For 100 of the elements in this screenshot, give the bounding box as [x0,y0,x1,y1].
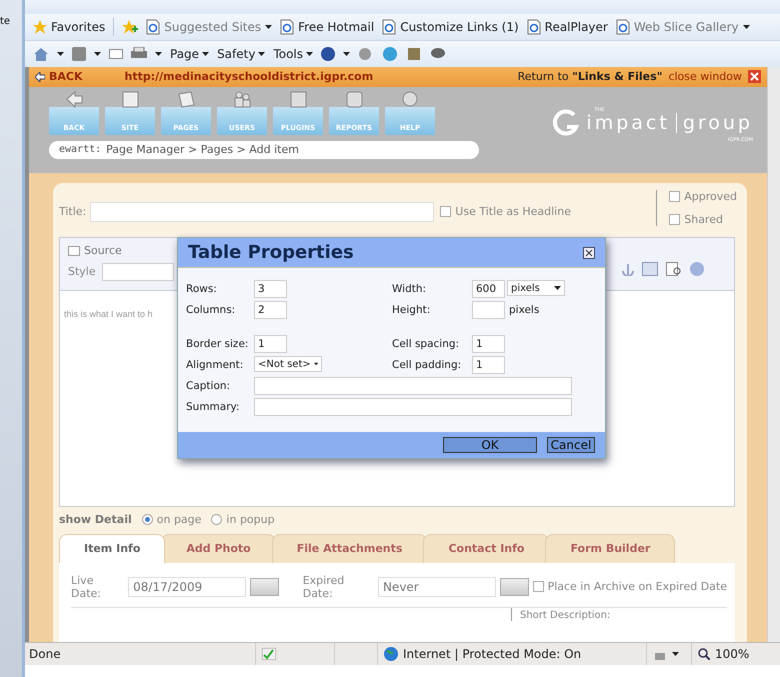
favorites-link[interactable]: Suggested Sites [146,18,272,35]
tab[interactable]: Form Builder [545,534,676,563]
show-detail-label: show Detail [59,513,132,526]
close-window-link[interactable]: close window [668,70,742,84]
field-label: Short Description: [520,610,610,621]
toolbar-icon[interactable] [642,262,658,276]
favorites-link[interactable]: RealPlayer [526,18,608,35]
back-link[interactable]: BACK [35,70,82,84]
field-label: Height: [392,303,432,318]
preview-icon[interactable] [666,262,682,276]
radio-button[interactable] [211,514,222,526]
desktop-text: te [0,16,10,27]
help-icon[interactable] [321,46,336,61]
input-field[interactable]: 1 [254,335,287,353]
title-field[interactable] [90,202,434,222]
checkbox[interactable] [669,214,680,225]
page-icon [526,18,541,35]
input-field[interactable]: 1 [472,356,505,374]
menu-button[interactable]: Safety [217,46,266,61]
unit-dropdown[interactable]: pixels [507,280,565,296]
checkbox-label: Use Title as Headline [455,205,571,218]
input-field[interactable]: 3 [254,280,287,298]
source-icon [68,246,80,256]
dialog-button[interactable]: Cancel [547,437,595,453]
star-icon [33,20,47,34]
add-star-icon[interactable] [122,20,138,34]
caret-icon [258,52,266,56]
field-label: Cell padding: [392,358,462,373]
field-label: Rows: [186,282,218,297]
field-label: Expired Date: [302,574,346,600]
user-name: ewartt: [59,144,102,156]
input-field[interactable]: 1 [472,335,505,353]
checkbox[interactable] [440,206,452,218]
mail-icon[interactable] [109,48,123,59]
caret-icon [554,286,561,290]
favorites-link[interactable]: Free Hotmail [280,18,374,35]
favorites-link[interactable]: Customize Links (1) [382,18,519,35]
caret-icon [742,24,750,29]
caret-icon [672,652,679,656]
tab[interactable]: File Attachments [272,534,428,563]
print-icon[interactable] [131,46,147,61]
tab[interactable]: Contact Info [423,534,550,563]
source-button[interactable]: Source [68,244,122,258]
caret-icon [155,52,162,56]
logo-text: impact [586,112,670,134]
favorites-button[interactable]: Favorites [33,20,106,34]
field-label: Width: [392,282,428,297]
tab[interactable]: Item Info [59,534,166,563]
alignment-dropdown[interactable]: <Not set> [254,356,322,372]
date-field[interactable]: Never [378,576,496,597]
checkbox-label: Place in Archive on Expired Date [548,580,727,594]
dialog-title: Table Properties [188,242,354,263]
page-icon [616,18,630,35]
toolbar-icon[interactable] [382,46,398,62]
caret-icon [306,52,314,56]
calendar-button[interactable] [250,578,279,596]
anchor-icon[interactable] [622,262,634,276]
caret-icon [94,52,101,56]
checkbox-label: Approved [684,190,737,203]
toolbar-icon[interactable] [406,46,422,62]
style-label: Style [68,265,96,278]
date-field[interactable]: 08/17/2009 [128,576,246,597]
home-icon[interactable] [33,46,49,61]
caret-icon [343,52,350,56]
menu-button[interactable]: Tools [273,46,314,61]
return-text: Return to "Links & Files" [518,70,662,84]
checkbox[interactable] [532,581,544,592]
input-field[interactable]: 600 [472,280,505,298]
site-url: http://medinacityschooldistrict.igpr.com [124,70,374,84]
caret-icon [202,52,210,56]
input-field[interactable]: 2 [254,301,287,319]
field-label: Caption: [186,379,232,394]
field-label: Cell spacing: [392,337,460,352]
tab[interactable]: Add Photo [161,534,276,563]
caret-icon [314,362,318,366]
back-arrow-icon [35,72,45,82]
field-label: Live Date: [71,574,102,600]
toolbar-icon[interactable] [430,46,446,61]
input-field[interactable] [472,301,505,319]
dialog-button[interactable]: OK [443,437,537,453]
style-dropdown[interactable] [102,262,174,281]
radio-label: in popup [226,513,275,526]
close-icon[interactable] [583,246,595,258]
pages-icon [178,90,194,108]
field-label: Columns: [186,303,236,318]
unit-label: pixels [509,304,540,316]
favorites-link[interactable]: Web Slice Gallery [616,18,750,35]
security-zone: Internet | Protected Mode: On [403,647,582,662]
radio-button[interactable] [142,514,153,526]
menu-button[interactable]: Page [170,46,210,61]
logo-swirl-icon [552,108,580,137]
calendar-button[interactable] [500,578,529,596]
people-icon [234,90,250,108]
scrollbar[interactable] [767,66,780,642]
caret-icon [57,52,64,56]
input-field[interactable] [254,398,572,416]
status-text: Done [29,647,62,662]
checkbox[interactable] [669,190,680,202]
caret-icon [265,24,272,29]
input-field[interactable] [254,377,572,395]
